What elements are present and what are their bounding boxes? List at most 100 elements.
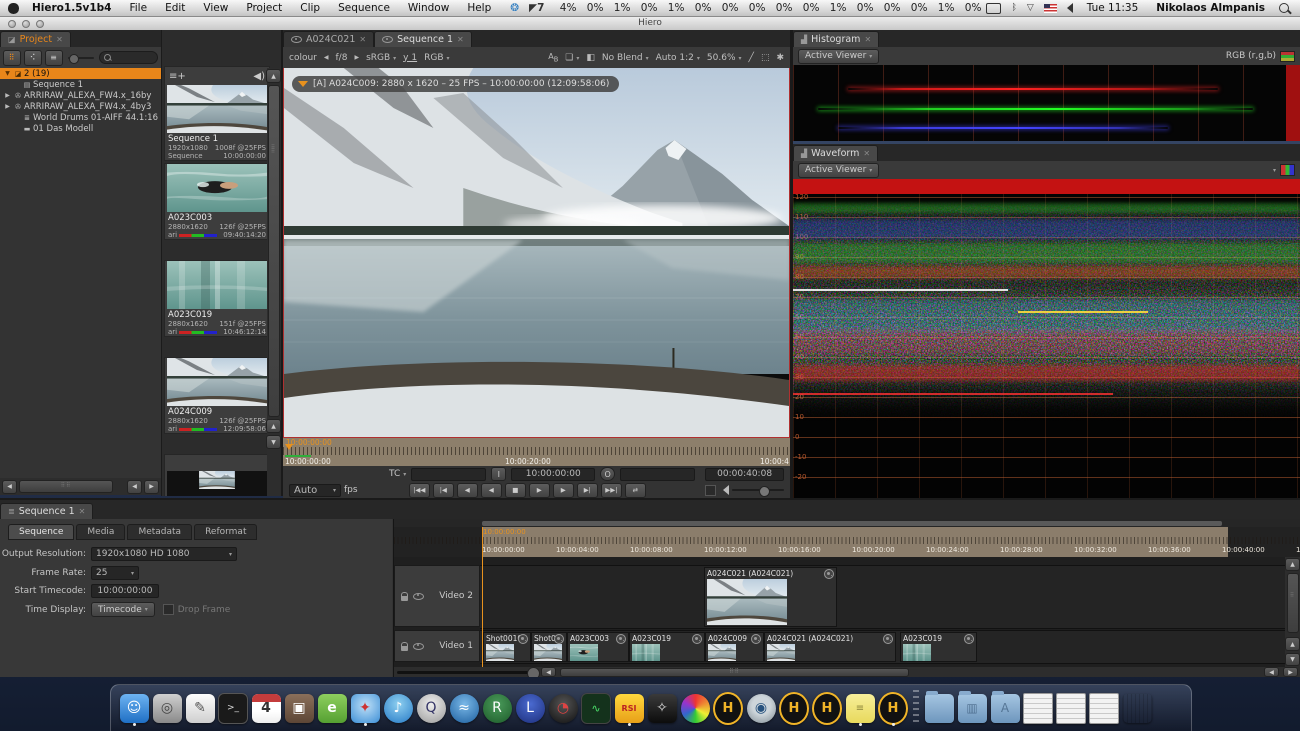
folder-utilities-icon[interactable]: ▥ — [958, 694, 987, 723]
set-in-button[interactable]: I — [491, 467, 506, 481]
folder-documents-icon[interactable] — [925, 694, 954, 723]
volume-menu-icon[interactable] — [1067, 3, 1073, 13]
frame-rate-select[interactable]: 25▾ — [91, 566, 139, 580]
finder-icon[interactable]: ☺ — [120, 694, 149, 723]
tab-media[interactable]: Media — [76, 524, 125, 540]
tab-waveform[interactable]: ▟ Waveform✕ — [793, 145, 878, 161]
dock-item-openoffice[interactable]: ≈ — [449, 691, 479, 725]
timeline-pan-bar[interactable] — [482, 521, 1222, 526]
tree-item[interactable]: ▼◪2 (19) — [0, 68, 161, 79]
dock-item-folder-utilities[interactable]: ▥ — [957, 691, 987, 725]
audio-mute-checkbox[interactable] — [705, 485, 716, 496]
timeline-vertical-scrollbar[interactable]: ▲ ⠿ ▲ ▼ — [1285, 557, 1300, 667]
viewer-image-area[interactable]: [A] A024C009: 2880 x 1620 – 25 FPS – 10:… — [283, 68, 790, 437]
track-video2[interactable]: A024C021 (A024C021) — [480, 565, 1285, 629]
frame-guides-icon[interactable]: ⬚ — [761, 53, 770, 63]
view-list-button[interactable]: ≡ — [45, 50, 63, 66]
tree-item[interactable]: ▤Sequence 1 — [0, 79, 161, 90]
dock-item-app-green-r[interactable]: R — [482, 691, 512, 725]
dashboard-icon[interactable]: ◔ — [549, 694, 578, 723]
tree-item[interactable]: ▶✇ARRIRAW_ALEXA_FW4.x_16by — [0, 90, 161, 101]
bin-item[interactable]: A023C0192880x1620151f @25FPSari 10:46:12… — [164, 260, 270, 337]
timeline-clip[interactable]: Shot00 — [531, 632, 567, 662]
output-resolution-select[interactable]: 1920x1080 HD 1080▾ — [91, 547, 237, 561]
expander-icon[interactable]: ▶ — [3, 103, 12, 110]
dock-item-terminal[interactable]: >_ — [218, 691, 248, 725]
tab-reformat[interactable]: Reformat — [194, 524, 257, 540]
timeline-clip[interactable]: A024C009 — [705, 632, 764, 662]
expander-icon[interactable]: ▶ — [3, 92, 12, 99]
audio-speaker-icon[interactable]: ◀) — [253, 71, 265, 82]
channel-select[interactable]: RGB▾ — [424, 53, 449, 63]
dock-item-activity-monitor[interactable]: ∿ — [581, 691, 611, 725]
time-display-select[interactable]: Timecode▾ — [91, 602, 155, 617]
dock-item-hiero[interactable]: H — [713, 691, 743, 725]
close-icon[interactable]: ✕ — [79, 507, 86, 516]
minimized-window-3-icon[interactable] — [1089, 693, 1119, 724]
dock-item-safari[interactable]: ✦ — [350, 691, 380, 725]
menu-sequence[interactable]: Sequence — [329, 2, 399, 14]
viewer-info-bar[interactable]: [A] A024C009: 2880 x 1620 – 25 FPS – 10:… — [292, 76, 619, 92]
app-green-r-icon[interactable]: R — [483, 694, 512, 723]
histogram-channel-select[interactable]: RGB (r,g,b) — [1226, 51, 1276, 61]
minimized-window-2-icon[interactable] — [1056, 693, 1086, 724]
bin-viewer-splitter[interactable] — [281, 30, 283, 496]
app-menu[interactable]: Hiero1.5v1b4 — [23, 2, 120, 14]
stop-button[interactable]: ■ — [505, 483, 526, 498]
scrollbar-thumb[interactable]: ⠿⠿ — [560, 668, 909, 677]
dock-item-minimized-window-3[interactable] — [1089, 691, 1119, 725]
current-timecode-field[interactable]: 10:00:00:00 — [511, 468, 595, 481]
project-search-input[interactable] — [99, 51, 158, 64]
stickies-icon[interactable]: ≡ — [846, 694, 875, 723]
dock-item-textedit[interactable]: ✎ — [185, 691, 215, 725]
menu-clip[interactable]: Clip — [291, 2, 329, 14]
scroll-left-icon[interactable]: ◀ — [1264, 667, 1279, 677]
dock-item-lens-app[interactable]: ◉ — [746, 691, 776, 725]
go-to-end-button[interactable]: ▶▶| — [601, 483, 622, 498]
timeline-clip[interactable]: A023C003 — [567, 632, 629, 662]
close-icon[interactable]: ✕ — [864, 35, 871, 44]
ab-compare-icon[interactable]: AB — [548, 52, 558, 64]
sync-status-icon[interactable]: ❂ — [510, 2, 519, 14]
gamma-value[interactable]: y 1 — [403, 53, 417, 63]
scrollbar-thumb[interactable]: ⠿⠿ — [268, 85, 280, 417]
dock-item-hiero-2[interactable]: H — [779, 691, 809, 725]
close-icon[interactable]: ✕ — [56, 35, 63, 44]
photo-booth-icon[interactable]: ▣ — [285, 694, 314, 723]
project-horizontal-scrollbar[interactable]: ◀ ⠿⠿ ◀ ▶ — [0, 478, 161, 495]
exposure-down-icon[interactable]: ◀ — [324, 54, 329, 61]
dock-item-app-blue-l[interactable]: L — [515, 691, 545, 725]
tc-mode-select[interactable]: TC▾ — [389, 469, 406, 479]
bin-item[interactable] — [164, 454, 270, 496]
textedit-icon[interactable]: ✎ — [186, 694, 215, 723]
dock-item-quicktime[interactable]: Q — [416, 691, 446, 725]
displays-menu-icon[interactable] — [986, 3, 1001, 14]
step-back-button[interactable]: ◀ — [457, 483, 478, 498]
lens-app-icon[interactable]: ◉ — [747, 694, 776, 723]
scroll-left-icon[interactable]: ◀ — [127, 480, 142, 494]
menu-window[interactable]: Window — [399, 2, 458, 14]
safari-icon[interactable]: ✦ — [351, 694, 380, 723]
viewer-scrubber[interactable]: 10:00:00:00 10:00:00:00 10:00:20:00 10:0… — [283, 437, 790, 466]
expander-icon[interactable]: ▼ — [3, 70, 12, 77]
scroll-up-icon[interactable]: ▲ — [266, 69, 281, 83]
dock-item-photo-booth[interactable]: ▣ — [284, 691, 314, 725]
histogram-source-select[interactable]: Active Viewer▾ — [798, 49, 879, 64]
tab-histogram[interactable]: ▟ Histogram✕ — [793, 31, 879, 47]
timeline-clip[interactable]: A023C019 — [900, 632, 977, 662]
out-point-field[interactable] — [620, 468, 695, 481]
scrubber-playhead[interactable] — [285, 444, 293, 454]
volume-slider[interactable] — [732, 489, 784, 491]
scrollbar-thumb[interactable]: ⠿ — [1287, 573, 1299, 633]
dock-item-stickies[interactable]: ≡ — [845, 691, 875, 725]
close-icon[interactable]: ✕ — [863, 149, 870, 158]
tab-sequence[interactable]: Sequence — [8, 524, 74, 540]
bin-item[interactable]: ≡+◀)Sequence 11920x10801008f @25FPSSeque… — [164, 66, 270, 161]
scroll-down-icon[interactable]: ▼ — [1285, 653, 1300, 666]
bluetooth-menu-icon[interactable]: ᛒ — [1011, 3, 1016, 13]
duration-field[interactable]: 00:00:40:08 — [705, 468, 784, 481]
dock-item-hiero-3[interactable]: H — [878, 691, 908, 725]
hiero-2-icon[interactable]: H — [779, 692, 809, 725]
drop-frame-checkbox[interactable] — [163, 604, 174, 615]
previous-edit-button[interactable]: |◀ — [433, 483, 454, 498]
